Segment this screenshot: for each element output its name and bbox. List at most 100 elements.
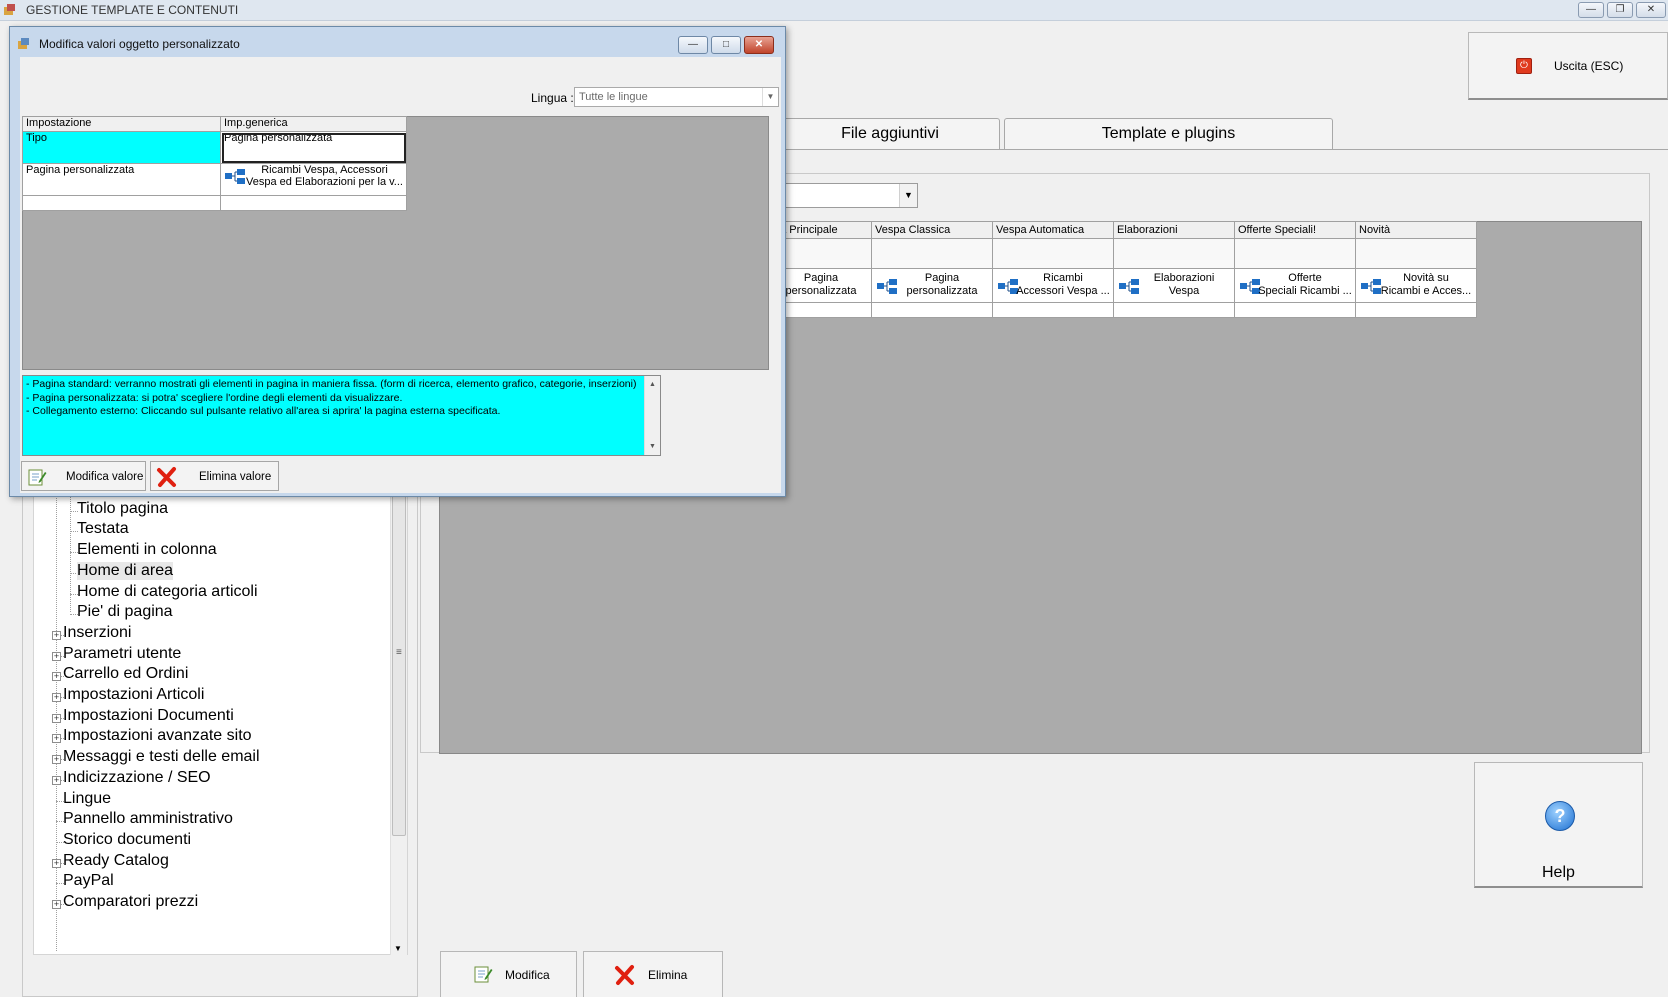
language-select[interactable]: Tutte le lingue ▼ [574,87,779,107]
delete-value-button[interactable]: Elimina valore [150,461,279,491]
area-value-cell[interactable]: Pagina personalizzata [871,268,993,303]
expand-icon[interactable]: + [52,713,61,723]
tree-item[interactable]: Ready Catalog [63,852,169,870]
delete-button[interactable]: Elimina [583,951,723,997]
tree-item[interactable]: Carrello ed Ordini [63,665,188,683]
setting-key-cell[interactable] [22,195,221,211]
tree-item[interactable]: Titolo pagina [77,500,168,518]
expand-icon[interactable]: + [52,651,61,661]
grid-cell[interactable] [1234,302,1356,318]
tree-item[interactable]: Inserzioni [63,624,131,642]
column-header[interactable]: Vespa Classica [871,221,993,239]
tree-item[interactable]: Impostazioni Articoli [63,686,204,704]
window-title: GESTIONE TEMPLATE E CONTENUTI [26,3,239,17]
close-icon: ✕ [754,39,764,50]
tree-scrollbar[interactable]: ≡ ▼ [390,490,407,955]
area-value-cell[interactable]: Offerte Speciali Ricambi ... [1234,268,1356,303]
cell-line: Novità su [1403,271,1449,284]
tree-item[interactable]: Impostazioni Documenti [63,707,234,725]
area-combobox[interactable]: ▼ [770,183,918,208]
area-value-cell[interactable]: Novità su Ricambi e Acces... [1355,268,1477,303]
setting-value-cell[interactable]: Ricambi Vespa, Accessori Vespa ed Elabor… [220,163,407,196]
tree-item[interactable]: Comparatori prezzi [63,893,198,911]
grip-icon: ≡ [396,647,402,658]
exit-button[interactable]: ⏻ Uscita (ESC) [1468,32,1668,100]
help-button[interactable]: ? Help [1474,762,1643,888]
expand-icon[interactable]: + [52,775,61,785]
maximize-icon: □ [722,39,730,50]
chevron-down-icon[interactable]: ▼ [899,184,917,207]
scroll-down-icon[interactable]: ▼ [394,944,402,953]
grid-cell[interactable] [1234,238,1356,269]
dialog-maximize-button[interactable]: □ [711,36,741,54]
column-header[interactable]: Elaborazioni [1113,221,1235,239]
restore-button[interactable]: ❐ [1607,2,1633,18]
help-icon: ? [1545,801,1575,831]
tree-item[interactable]: Pie' di pagina [77,603,173,621]
tree-item[interactable]: Parametri utente [63,645,181,663]
column-header[interactable]: Impostazione [22,116,221,132]
tree-item[interactable]: Home di area [77,561,174,580]
expand-icon[interactable]: + [52,630,61,640]
tree-item[interactable]: Elementi in colonna [77,541,217,559]
info-scrollbar[interactable]: ▲ ▼ [644,376,660,455]
tab-file-aggiuntivi[interactable]: File aggiuntivi [780,118,1000,150]
scrollbar-thumb[interactable]: ≡ [392,490,406,836]
column-header[interactable]: Offerte Speciali! [1234,221,1356,239]
column-header[interactable]: Imp.generica [220,116,407,132]
dialog-icon [18,38,29,49]
chevron-down-icon[interactable]: ▼ [762,88,778,106]
grid-cell[interactable] [992,238,1114,269]
tree-item[interactable]: Pannello amministrativo [63,810,233,828]
tree-item[interactable]: PayPal [63,872,114,890]
close-window-button[interactable]: ✕ [1636,2,1666,18]
tree-item[interactable]: Storico documenti [63,831,191,849]
delete-x-icon [615,965,634,985]
area-value-cell[interactable]: Elaborazioni Vespa [1113,268,1235,303]
tree-item[interactable]: Messaggi e testi delle email [63,748,260,766]
tree-item[interactable]: Indicizzazione / SEO [63,769,211,787]
dialog-body: Lingua : Tutte le lingue ▼ Impostazione … [20,57,781,493]
scroll-down-icon[interactable]: ▼ [649,440,656,454]
expand-icon[interactable]: + [52,693,61,702]
cell-line: personalizzata [906,284,978,297]
edit-icon [28,469,47,486]
expand-icon[interactable]: + [52,900,61,909]
modify-label: Modifica [505,968,550,982]
tree-item[interactable]: Impostazioni avanzate sito [63,727,252,745]
tree-item[interactable]: Home di categoria articoli [77,583,258,601]
area-value-cell[interactable]: Ricambi Accessori Vespa ... [992,268,1114,303]
scroll-up-icon[interactable]: ▲ [649,378,656,392]
grid-cell[interactable] [992,302,1114,318]
expand-icon[interactable]: + [52,755,61,765]
grid-cell[interactable] [871,302,993,318]
grid-cell[interactable] [1113,302,1235,318]
grid-cell[interactable] [1113,238,1235,269]
tree-item[interactable]: Lingue [63,790,111,808]
dialog-minimize-button[interactable]: — [678,36,708,54]
modify-value-label: Modifica valore [66,471,144,483]
setting-key-cell[interactable]: Pagina personalizzata [22,163,221,196]
modify-value-button[interactable]: Modifica valore [21,461,146,491]
grid-cell[interactable] [1355,238,1477,269]
tree-item[interactable]: Testata [77,520,129,538]
dialog-close-button[interactable]: ✕ [744,36,774,54]
column-header[interactable]: Novità [1355,221,1477,239]
setting-value-cell[interactable]: Pagina personalizzata [220,131,407,164]
cell-line: Elaborazioni [1153,271,1215,284]
setting-value-cell[interactable] [220,195,407,211]
minimize-icon: — [1586,4,1596,15]
minimize-icon: — [688,39,698,50]
tab-template-plugins[interactable]: Template e plugins [1004,118,1333,150]
expand-icon[interactable]: + [52,734,61,744]
expand-icon[interactable]: + [52,858,61,868]
modify-button[interactable]: Modifica [440,951,577,997]
minimize-button[interactable]: — [1578,2,1604,18]
grid-cell[interactable] [871,238,993,269]
expand-icon[interactable]: + [52,672,61,682]
setting-key-cell[interactable]: Tipo [22,131,221,164]
settings-tree: −ContenutiTitolo paginaTestataElementi i… [33,490,408,955]
grid-cell[interactable] [1355,302,1477,318]
close-icon: ✕ [1646,4,1656,15]
column-header[interactable]: Vespa Automatica [992,221,1114,239]
